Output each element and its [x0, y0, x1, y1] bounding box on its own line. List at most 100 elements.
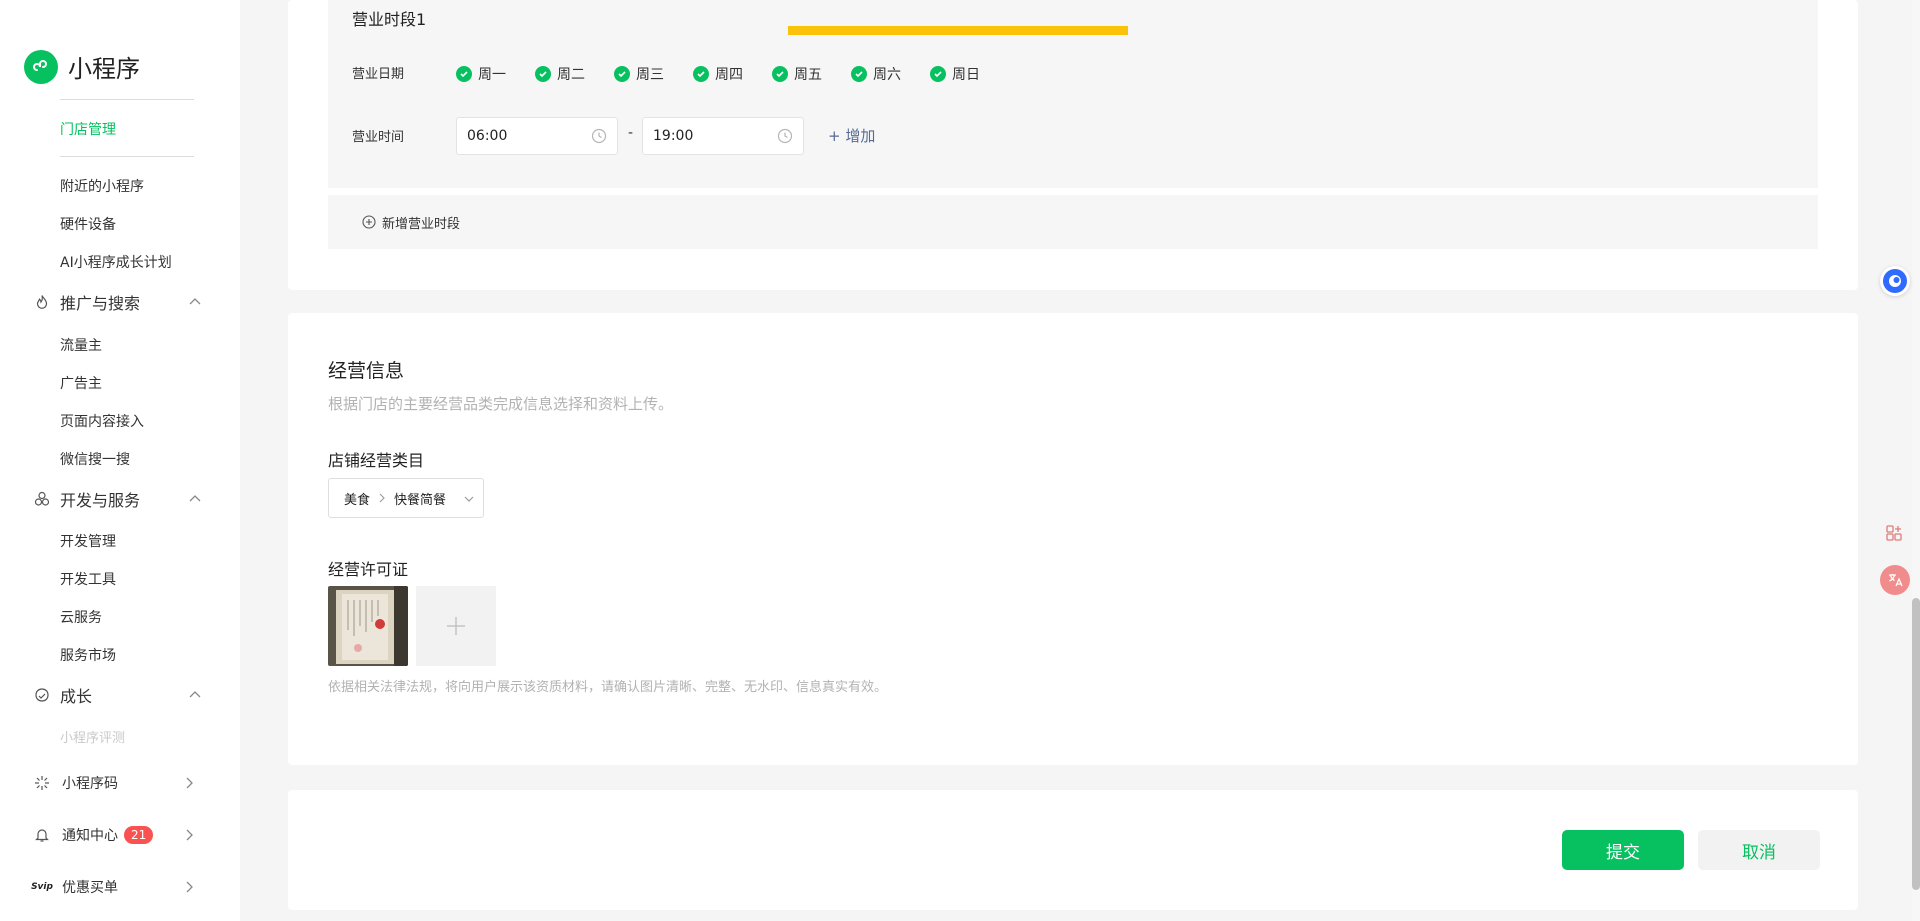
time-separator: - [628, 125, 634, 141]
app-name: 小程序 [68, 55, 140, 83]
app-logo[interactable]: 小程序 [24, 49, 140, 84]
business-hours-card: 营业时段1 营业日期 周一 周二 周三 周四 周五 周六 周日 营业时间 06:… [288, 0, 1858, 290]
sidebar-item-ai-growth[interactable]: AI小程序成长计划 [60, 252, 172, 272]
check-icon [693, 66, 709, 82]
divider [60, 156, 194, 157]
chat-icon [1883, 269, 1907, 293]
sidebar-item-hardware[interactable]: 硬件设备 [60, 214, 116, 234]
sidebar-qrcode-label: 小程序码 [62, 776, 118, 792]
check-icon [930, 66, 946, 82]
clock-icon [591, 128, 607, 144]
sidebar-item-traffic-owner[interactable]: 流量主 [60, 335, 102, 355]
category-select[interactable]: 美食 快餐简餐 [328, 478, 484, 518]
sidebar-item-cloud-service[interactable]: 云服务 [60, 607, 102, 627]
check-icon [851, 66, 867, 82]
sidebar-item-advertiser[interactable]: 广告主 [60, 373, 102, 393]
section-title: 经营信息 [328, 360, 405, 382]
day-checkbox-sun[interactable]: 周日 [930, 64, 980, 84]
check-icon [772, 66, 788, 82]
day-checkbox-wed[interactable]: 周三 [614, 64, 664, 84]
clock-icon [777, 128, 793, 144]
sidebar-notifications-label: 通知中心 [62, 828, 118, 844]
category-label: 店铺经营类目 [328, 451, 425, 470]
license-note: 依据相关法律法规，将向用户展示该资质材料，请确认图片清晰、完整、无水印、信息真实… [328, 680, 888, 695]
period-title: 营业时段1 [352, 10, 427, 29]
chat-assistant-button[interactable] [1880, 266, 1910, 296]
sidebar-group-label: 成长 [60, 687, 93, 706]
sidebar-item-store-management[interactable]: 门店管理 [60, 119, 116, 139]
business-period-box: 营业时段1 营业日期 周一 周二 周三 周四 周五 周六 周日 营业时间 06:… [328, 0, 1818, 188]
sidebar-svip-label: 优惠买单 [62, 880, 118, 896]
sidebar-group-label: 推广与搜索 [60, 294, 141, 313]
sidebar-item-page-content[interactable]: 页面内容接入 [60, 411, 144, 431]
license-thumbnail[interactable] [328, 586, 408, 666]
growth-icon [32, 685, 52, 705]
day-checkbox-tue[interactable]: 周二 [535, 64, 585, 84]
sidebar-notifications[interactable]: 通知中心 21 [32, 823, 196, 847]
sidebar-item-dev-tools[interactable]: 开发工具 [60, 569, 116, 589]
day-label: 周五 [794, 67, 822, 83]
day-label: 周日 [952, 67, 980, 83]
chevron-right-icon [186, 881, 193, 893]
check-icon [614, 66, 630, 82]
upload-button[interactable] [416, 586, 496, 666]
highlight-bar [788, 26, 1128, 35]
plus-icon [447, 617, 465, 635]
sidebar-group-dev-services[interactable]: 开发与服务 [32, 487, 202, 511]
day-label: 周六 [873, 67, 901, 83]
sidebar-svip-checkout[interactable]: Svip 优惠买单 [31, 875, 196, 899]
sidebar-item-nearby[interactable]: 附近的小程序 [60, 176, 144, 196]
day-checkbox-fri[interactable]: 周五 [772, 64, 822, 84]
cubes-icon [32, 489, 52, 509]
sidebar-qrcode[interactable]: 小程序码 [32, 771, 196, 795]
translate-icon [1889, 574, 1903, 587]
business-info-card: 经营信息 根据门店的主要经营品类完成信息选择和资料上传。 店铺经营类目 美食 快… [288, 313, 1858, 765]
sidebar-group-growth[interactable]: 成长 [32, 683, 202, 707]
chevron-right-icon [186, 829, 193, 841]
day-label: 周一 [478, 67, 506, 83]
check-icon [535, 66, 551, 82]
sidebar-group-label: 开发与服务 [60, 491, 141, 510]
actions-card: 提交 取消 [288, 790, 1858, 910]
start-time-input[interactable]: 06:00 [456, 117, 618, 155]
sidebar-item-service-market[interactable]: 服务市场 [60, 645, 116, 665]
end-time-value: 19:00 [653, 128, 694, 144]
add-period-button[interactable]: 新增营业时段 [328, 195, 1818, 249]
section-description: 根据门店的主要经营品类完成信息选择和资料上传。 [328, 395, 674, 413]
sparkle-icon [32, 775, 52, 791]
scrollbar-thumb[interactable] [1912, 598, 1920, 890]
miniprogram-logo-icon [24, 49, 58, 84]
chevron-up-icon [189, 691, 201, 698]
divider [60, 99, 194, 100]
cancel-button[interactable]: 取消 [1698, 830, 1820, 870]
chevron-down-icon [464, 496, 474, 502]
sidebar-item-evaluation[interactable]: 小程序评测 [60, 727, 125, 746]
time-label: 营业时间 [352, 130, 405, 145]
sidebar-item-wechat-search[interactable]: 微信搜一搜 [60, 449, 130, 469]
check-icon [456, 66, 472, 82]
translate-button[interactable] [1880, 565, 1910, 595]
flame-icon [32, 292, 52, 312]
submit-button[interactable]: 提交 [1562, 830, 1684, 870]
svip-icon: Svip [31, 882, 53, 892]
chevron-right-icon [186, 777, 193, 789]
day-checkbox-mon[interactable]: 周一 [456, 64, 506, 84]
add-period-label: 新增营业时段 [382, 216, 461, 232]
license-label: 经营许可证 [328, 560, 409, 579]
day-checkbox-sat[interactable]: 周六 [851, 64, 901, 84]
sidebar-group-promotion[interactable]: 推广与搜索 [32, 290, 202, 314]
start-time-value: 06:00 [467, 128, 508, 144]
day-checkbox-thu[interactable]: 周四 [693, 64, 743, 84]
days-label: 营业日期 [352, 67, 405, 82]
day-label: 周二 [557, 67, 585, 83]
day-label: 周四 [715, 67, 743, 83]
day-label: 周三 [636, 67, 664, 83]
category-secondary: 快餐简餐 [394, 492, 447, 508]
add-time-link[interactable]: + 增加 [828, 125, 875, 146]
sidebar-item-dev-management[interactable]: 开发管理 [60, 531, 116, 551]
bell-icon [32, 827, 52, 843]
chevron-up-icon [189, 298, 201, 305]
notification-count-badge: 21 [124, 826, 154, 844]
apps-button[interactable] [1880, 518, 1910, 548]
end-time-input[interactable]: 19:00 [642, 117, 804, 155]
